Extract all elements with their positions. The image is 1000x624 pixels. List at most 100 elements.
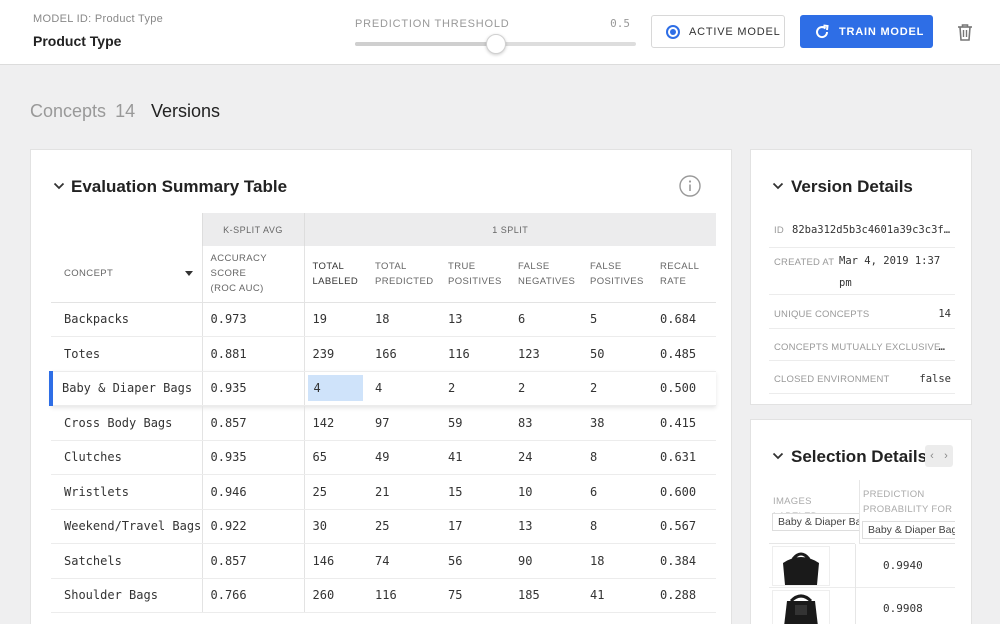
version-details-card: Version Details ID 82ba312d5b3c4601a39c3… <box>750 149 972 405</box>
tab-versions[interactable]: Versions <box>151 101 220 122</box>
cell-total-predicted: 166 <box>367 336 440 372</box>
cell-total-labeled[interactable]: 25 <box>303 474 367 510</box>
chevron-down-icon[interactable] <box>53 180 65 192</box>
table-row[interactable]: Cross Body Bags 0.857 142 97 59 83 38 0.415 <box>51 405 717 441</box>
tab-concepts[interactable]: Concepts 14 <box>30 101 135 122</box>
threshold-label: PREDICTION THRESHOLD <box>355 18 510 30</box>
cell-total-predicted: 97 <box>367 405 440 441</box>
product-thumbnail[interactable] <box>772 546 830 586</box>
cell-false-positives: 8 <box>582 509 652 544</box>
cell-true-positives: 116 <box>440 336 510 372</box>
cell-false-negatives: 24 <box>510 440 582 475</box>
table-row[interactable]: Shoulder Bags 0.766 260 116 75 185 41 0.288 <box>51 578 717 613</box>
cell-total-predicted: 116 <box>367 578 440 613</box>
table-row[interactable]: Clutches 0.935 65 49 41 24 8 0.631 <box>51 440 717 475</box>
table-group-blank <box>51 213 202 246</box>
detail-value-created-time: pm <box>839 277 852 289</box>
selected-cell-highlight[interactable]: 4 <box>307 375 363 402</box>
train-model-label: TRAIN MODEL <box>839 25 925 38</box>
cell-accuracy: 0.881 <box>201 336 304 372</box>
cell-accuracy: 0.922 <box>201 509 304 544</box>
detail-row-id: ID 82ba312d5b3c4601a39c3c3f… <box>769 216 955 248</box>
threshold-slider[interactable] <box>355 34 636 54</box>
train-model-button[interactable]: TRAIN MODEL <box>800 15 933 48</box>
info-icon[interactable] <box>678 174 702 198</box>
prediction-probability-header: PREDICTION PROBABILITY FOR Baby & Diaper … <box>859 480 955 544</box>
trash-icon[interactable] <box>955 22 975 42</box>
cell-total-labeled[interactable]: 239 <box>303 336 367 372</box>
table-row[interactable]: Satchels 0.857 146 74 56 90 18 0.384 <box>51 543 717 579</box>
threshold-slider-handle[interactable] <box>485 34 506 54</box>
table-row[interactable]: Backpacks 0.973 19 18 13 6 5 0.684 <box>51 302 717 337</box>
column-header-accuracy: ACCURACY SCORE (ROC AUC) <box>201 246 304 303</box>
cell-total-labeled[interactable]: 19 <box>303 302 367 337</box>
detail-label-created: CREATED AT <box>774 257 835 268</box>
cell-total-labeled[interactable]: 146 <box>303 543 367 579</box>
bag-image <box>784 594 818 624</box>
cell-total-labeled[interactable]: 30 <box>303 509 367 544</box>
detail-row-closed: CLOSED ENVIRONMENT false <box>769 361 955 394</box>
cell-total-labeled[interactable]: 260 <box>303 578 367 613</box>
chevron-down-icon[interactable] <box>772 450 784 462</box>
selection-row: 0.9908 <box>769 588 955 624</box>
evaluation-summary-title: Evaluation Summary Table <box>71 177 288 196</box>
column-header-concept[interactable]: CONCEPT <box>51 246 202 303</box>
cell-total-labeled[interactable]: 4 <box>303 370 367 406</box>
active-model-toggle[interactable]: ACTIVE MODEL <box>651 15 785 48</box>
threshold-slider-fill <box>355 42 496 46</box>
cell-accuracy: 0.766 <box>201 578 304 613</box>
cell-total-predicted: 21 <box>367 474 440 510</box>
model-name: Product Type <box>33 33 122 49</box>
cell-total-labeled[interactable]: 142 <box>303 405 367 441</box>
cell-false-negatives: 90 <box>510 543 582 579</box>
cell-concept: Clutches <box>51 440 202 475</box>
cell-recall-rate: 0.500 <box>652 370 717 406</box>
cell-false-negatives: 6 <box>510 302 582 337</box>
table-row[interactable]: Baby & Diaper Bags 0.935 4 4 2 2 2 0.500 <box>49 370 717 406</box>
table-row[interactable]: Weekend/Travel Bags 0.922 30 25 17 13 8 0.567 <box>51 509 717 544</box>
cell-false-positives: 38 <box>582 405 652 441</box>
cell-true-positives: 17 <box>440 509 510 544</box>
cell-recall-rate: 0.600 <box>652 474 717 510</box>
cell-accuracy: 0.857 <box>201 543 304 579</box>
column-header-false-negatives: FALSE NEGATIVES <box>510 246 582 303</box>
cell-total-predicted: 49 <box>367 440 440 475</box>
cell-recall-rate: 0.288 <box>652 578 717 613</box>
cell-false-positives: 8 <box>582 440 652 475</box>
cell-true-positives: 13 <box>440 302 510 337</box>
cell-concept: Wristlets <box>51 474 202 510</box>
cell-false-positives: 18 <box>582 543 652 579</box>
refresh-icon <box>816 24 829 38</box>
cell-concept: Totes <box>51 336 202 372</box>
chevron-down-icon[interactable] <box>772 180 784 192</box>
table-row[interactable]: Wristlets 0.946 25 21 15 10 6 0.600 <box>51 474 717 510</box>
version-details-title: Version Details <box>791 177 913 196</box>
bag-image <box>783 552 819 585</box>
selection-pager[interactable]: ‹ › <box>925 445 953 467</box>
cell-total-labeled[interactable]: 65 <box>303 440 367 475</box>
evaluation-summary-card: Evaluation Summary Table K-SPLIT AVG 1 S… <box>30 149 732 624</box>
tab-concepts-label: Concepts <box>30 101 107 121</box>
cell-false-negatives: 185 <box>510 578 582 613</box>
top-header: MODEL ID: Product Type Product Type PRED… <box>0 0 1000 65</box>
cell-recall-rate: 0.485 <box>652 336 717 372</box>
column-header-total-predicted: TOTAL PREDICTED <box>367 246 440 303</box>
cell-concept: Baby & Diaper Bags <box>49 370 202 406</box>
sort-caret-icon[interactable] <box>184 271 193 276</box>
detail-label-unique: UNIQUE CONCEPTS <box>774 309 870 320</box>
cell-total-predicted: 18 <box>367 302 440 337</box>
cell-accuracy: 0.973 <box>201 302 304 337</box>
detail-value-unique: 14 <box>938 308 951 320</box>
tab-concepts-count: 14 <box>115 101 136 121</box>
probability-value: 0.9908 <box>883 602 923 615</box>
cell-concept: Satchels <box>51 543 202 579</box>
cell-false-negatives: 2 <box>510 370 582 406</box>
cell-accuracy: 0.946 <box>201 474 304 510</box>
selection-details-title: Selection Details <box>791 447 928 466</box>
chevron-right-icon[interactable]: › <box>944 450 948 462</box>
product-thumbnail[interactable] <box>772 590 830 624</box>
cell-false-positives: 41 <box>582 578 652 613</box>
chevron-left-icon[interactable]: ‹ <box>930 450 934 462</box>
table-row[interactable]: Totes 0.881 239 166 116 123 50 0.485 <box>51 336 717 372</box>
column-header-total-labeled: TOTAL LABELED <box>303 246 367 303</box>
